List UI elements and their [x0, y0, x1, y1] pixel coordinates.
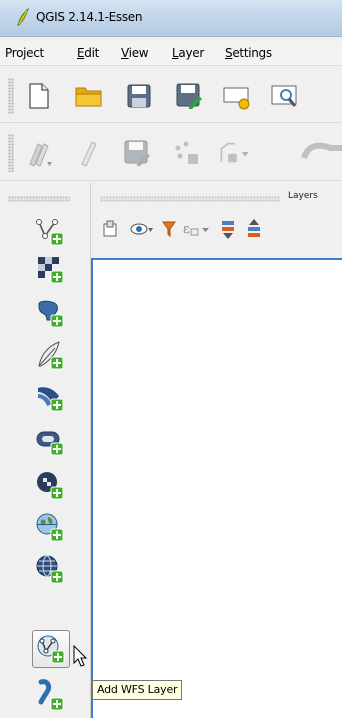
save-edits-icon — [124, 140, 150, 166]
qgis-logo-icon — [17, 7, 29, 26]
add-wfs-layer-icon — [37, 635, 65, 664]
save-project-button[interactable] — [122, 79, 156, 113]
add-feature-button[interactable] — [170, 136, 204, 170]
add-db2-layer-button[interactable] — [30, 466, 70, 504]
add-postgis-layer-icon — [38, 300, 64, 328]
add-vector-layer-icon — [36, 219, 64, 246]
svg-text:ε: ε — [183, 222, 190, 237]
current-edits-button[interactable] — [22, 136, 56, 170]
add-delimited-text-layer-button[interactable] — [30, 676, 70, 714]
layers-tree-view[interactable] — [91, 258, 342, 718]
title-bar: QGIS 2.14.1-Essen — [0, 0, 342, 37]
add-vector-layer-button[interactable] — [30, 212, 70, 250]
toolbar-grip[interactable] — [8, 134, 14, 172]
add-feature-icon — [175, 141, 198, 164]
add-wfs-layer-button[interactable] — [32, 630, 70, 668]
menu-project[interactable]: Project — [5, 46, 44, 60]
new-print-composer-button[interactable] — [220, 79, 254, 113]
save-as-icon — [176, 83, 202, 109]
add-raster-layer-icon — [38, 257, 64, 284]
add-delimited-text-layer-icon — [38, 679, 64, 711]
add-spatialite-layer-button[interactable] — [30, 336, 70, 374]
add-db2-layer-icon — [37, 472, 64, 500]
menu-edit[interactable]: Edit — [77, 46, 99, 60]
add-wcs-layer-button[interactable] — [30, 550, 70, 588]
file-toolbar — [0, 70, 342, 123]
menu-view[interactable]: View — [121, 46, 149, 60]
add-wms-layer-icon — [36, 513, 64, 542]
move-feature-icon — [220, 142, 249, 163]
save-as-button[interactable] — [172, 79, 206, 113]
toggle-editing-icon — [81, 141, 97, 167]
node-tool-icon — [301, 142, 342, 160]
window-title: QGIS 2.14.1-Essen — [36, 10, 143, 24]
filter-expression-icon[interactable]: ε — [182, 219, 212, 239]
digitizing-toolbar — [0, 126, 342, 181]
mouse-cursor-icon — [73, 645, 88, 667]
add-oracle-layer-button[interactable] — [30, 422, 70, 460]
add-group-icon[interactable] — [102, 220, 120, 238]
toolbar-grip[interactable] — [8, 78, 14, 114]
add-wcs-layer-icon — [36, 555, 64, 584]
new-project-button[interactable] — [22, 79, 56, 113]
composer-manager-icon — [271, 85, 297, 107]
add-oracle-layer-icon — [36, 431, 64, 456]
new-project-icon — [29, 83, 49, 109]
new-print-composer-icon — [223, 87, 250, 110]
layers-panel-toolbar: ε — [100, 214, 342, 244]
add-spatialite-layer-icon — [38, 341, 64, 370]
expand-all-icon[interactable] — [220, 219, 236, 239]
filter-legend-icon[interactable] — [162, 220, 176, 238]
menu-layer[interactable]: Layer — [172, 46, 204, 60]
panel-grip[interactable] — [100, 196, 280, 202]
menu-bar: Project Edit View Layer Settings — [0, 41, 342, 66]
open-project-button[interactable] — [72, 79, 106, 113]
toggle-editing-button[interactable] — [72, 136, 106, 170]
collapse-all-icon[interactable] — [246, 219, 262, 239]
tooltip: Add WFS Layer — [92, 680, 183, 700]
menu-settings[interactable]: Settings — [225, 46, 272, 60]
layers-panel-title: Layers — [288, 191, 318, 201]
add-mssql-layer-button[interactable] — [30, 378, 70, 416]
composer-manager-button[interactable] — [268, 79, 302, 113]
add-postgis-layer-button[interactable] — [30, 294, 70, 332]
manage-visibility-icon[interactable] — [130, 220, 154, 238]
add-wms-layer-button[interactable] — [30, 508, 70, 546]
add-raster-layer-button[interactable] — [30, 250, 70, 288]
save-edits-button[interactable] — [120, 136, 154, 170]
toolbar-grip[interactable] — [8, 196, 70, 202]
move-feature-button[interactable] — [218, 136, 252, 170]
open-project-icon — [75, 87, 102, 107]
node-tool-button[interactable] — [300, 136, 342, 170]
current-edits-icon — [29, 143, 52, 167]
save-project-icon — [127, 84, 151, 108]
add-mssql-layer-icon — [38, 387, 64, 412]
